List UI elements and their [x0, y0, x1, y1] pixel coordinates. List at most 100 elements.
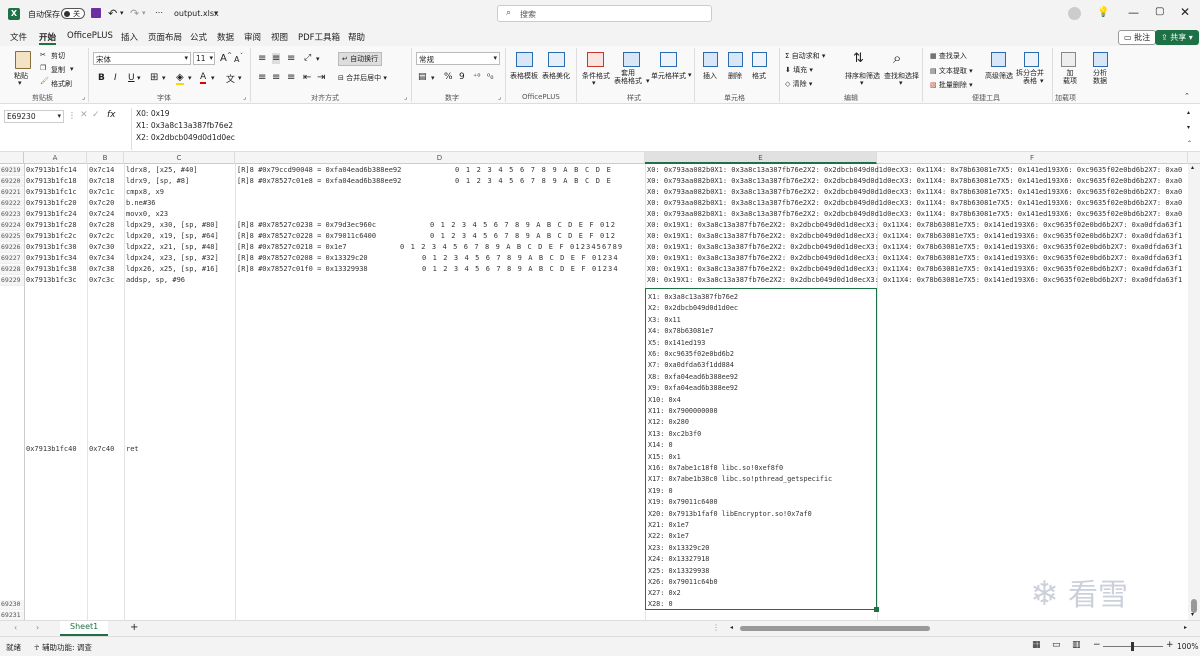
font-color-dropdown-icon[interactable]: ▾ [211, 74, 215, 82]
cell-e[interactable]: X0: 0x19X1: 0x3a8c13a387fb76e2X2: 0x2dbc… [647, 221, 1188, 229]
tab-pdf-tools[interactable]: PDF工具箱 [298, 31, 340, 43]
zoom-slider-thumb[interactable] [1131, 642, 1134, 651]
cell-e[interactable]: X0: 0x19X1: 0x3a8c13a387fb76e2X2: 0x2dbc… [647, 243, 1188, 251]
column-header-b[interactable]: B [87, 152, 124, 164]
cell-d[interactable]: [R]8 #0x78527c0208 = 0x13329c20 [237, 254, 417, 262]
formula-scroll-up-icon[interactable]: ▴ [1187, 109, 1190, 116]
cell-c[interactable]: ldrx8, [x25, #40] [126, 166, 235, 174]
page-break-view-icon[interactable]: ▥ [1072, 640, 1081, 650]
underline-button[interactable]: U [128, 73, 135, 83]
cell-b[interactable]: 0x7c30 [89, 243, 124, 251]
italic-button[interactable]: I [114, 73, 117, 83]
cell-c[interactable]: ldpx26, x25, [sp, #16] [126, 265, 235, 273]
minimize-icon[interactable]: — [1128, 6, 1139, 19]
insert-cells-icon[interactable] [703, 52, 718, 67]
sheet-tab-sheet1[interactable]: Sheet1 [60, 621, 109, 636]
cell-d[interactable]: [R]8 #0x79ccd90048 = 0xfa04ead6b388ee92 [237, 166, 442, 174]
redo-dropdown-icon[interactable]: ▾ [142, 9, 146, 17]
cell-d[interactable]: [R]8 #0x78527c0238 = 0x79d3ec960c [237, 221, 427, 229]
cell-a[interactable]: 0x7913b1fc40 [26, 445, 87, 453]
cell-e[interactable]: X0: 0x793aa082b0X1: 0x3a8c13a387fb76e2X2… [647, 210, 1188, 218]
cell-b[interactable]: 0x7c34 [89, 254, 124, 262]
cell-b[interactable]: 0x7c40 [89, 445, 124, 453]
zoom-out-icon[interactable]: − [1093, 640, 1101, 650]
cut-icon[interactable]: ✂ [40, 51, 46, 59]
cut-button[interactable]: 剪切 [51, 51, 65, 61]
horizontal-scrollbar[interactable] [740, 626, 930, 631]
paste-dropdown-icon[interactable]: ▾ [18, 79, 22, 87]
tab-data[interactable]: 数据 [217, 31, 234, 43]
cell-b[interactable]: 0x7c28 [89, 221, 124, 229]
cell-e[interactable]: X0: 0x793aa082b0X1: 0x3a8c13a387fb76e2X2… [647, 177, 1188, 185]
cell-c[interactable]: addsp, sp, #96 [126, 276, 235, 284]
format-cells-button[interactable]: 格式 [752, 71, 766, 81]
sheet-options-icon[interactable]: ⋮ [712, 623, 720, 632]
row-number[interactable]: 69228 [0, 265, 24, 275]
orientation-icon[interactable]: ⤢ [304, 53, 311, 63]
cell-a[interactable]: 0x7913b1fc1c [26, 188, 87, 196]
zoom-level[interactable]: 100% [1177, 642, 1198, 651]
conditional-format-button[interactable]: 条件格式 [582, 71, 610, 81]
underline-dropdown-icon[interactable]: ▾ [137, 74, 141, 82]
comments-button[interactable]: ▭ 批注 [1118, 30, 1157, 45]
orientation-dropdown-icon[interactable]: ▾ [316, 55, 320, 63]
format-painter-icon[interactable]: 🖌 [40, 77, 49, 85]
accounting-format-icon[interactable]: ▤ [418, 72, 427, 82]
fill-color-icon[interactable]: ◈ [176, 72, 184, 85]
addins-icon[interactable] [1061, 52, 1076, 67]
select-all-corner[interactable] [0, 152, 24, 164]
cell-e[interactable]: X0: 0x19X1: 0x3a8c13a387fb76e2X2: 0x2dbc… [647, 232, 1188, 240]
add-sheet-icon[interactable]: + [130, 622, 138, 633]
cell-e[interactable]: X0: 0x19X1: 0x3a8c13a387fb76e2X2: 0x2dbc… [647, 254, 1188, 262]
cell-b[interactable]: 0x7c14 [89, 166, 124, 174]
split-merge-icon[interactable] [1024, 52, 1039, 67]
decrease-indent-icon[interactable]: ⇤ [303, 72, 311, 83]
prev-sheet-icon[interactable]: ‹ [14, 623, 17, 632]
customize-toolbar-icon[interactable]: ⋯ [155, 8, 163, 17]
user-avatar-icon[interactable] [1068, 7, 1081, 20]
formula-options-icon[interactable]: ⋮ [68, 111, 76, 120]
row-number[interactable]: 69229 [0, 276, 24, 286]
zoom-slider[interactable] [1103, 642, 1163, 651]
format-cells-icon[interactable] [752, 52, 767, 67]
insert-cells-button[interactable]: 插入 [703, 71, 717, 81]
table-template-icon[interactable] [516, 52, 533, 67]
row-number[interactable]: 69227 [0, 254, 24, 264]
undo-icon[interactable]: ↶ [108, 7, 117, 20]
cell-b[interactable]: 0x7c2c [89, 232, 124, 240]
row-number[interactable]: 69225 [0, 232, 24, 242]
delete-cells-icon[interactable] [728, 52, 743, 67]
cell-c[interactable]: ldpx22, x21, [sp, #48] [126, 243, 235, 251]
name-box[interactable]: E69230 ▾ [4, 110, 64, 123]
font-launcher-icon[interactable]: ⌟ [243, 93, 246, 101]
clear-button[interactable]: ◇ 清除 ▾ [785, 79, 812, 89]
page-layout-view-icon[interactable]: ▭ [1052, 640, 1061, 650]
text-extract-button[interactable]: ▤ 文本提取 ▾ [930, 66, 973, 76]
merge-center-button[interactable]: ⊟ 合并后居中 ▾ [338, 73, 387, 83]
row-number[interactable]: 69220 [0, 177, 24, 187]
cell-style-button[interactable]: 单元格样式 [651, 71, 686, 81]
shrink-font-button[interactable]: A [234, 55, 239, 64]
copy-icon[interactable]: ❐ [40, 64, 46, 72]
increase-indent-icon[interactable]: ⇥ [317, 72, 325, 83]
wrap-text-button[interactable]: ↵ 自动换行 [338, 52, 383, 66]
fill-color-dropdown-icon[interactable]: ▾ [188, 74, 192, 82]
bold-button[interactable]: B [98, 73, 105, 83]
save-icon[interactable] [91, 8, 101, 18]
cell-d[interactable]: [R]8 #0x78527c0218 = 0x1e7 [237, 243, 397, 251]
cell-b[interactable]: 0x7c3c [89, 276, 124, 284]
tab-officeplus[interactable]: OfficePLUS [67, 31, 113, 41]
filename-chevron-down-icon[interactable]: ▾ [214, 9, 218, 17]
cell-b[interactable]: 0x7c20 [89, 199, 124, 207]
next-sheet-icon[interactable]: › [36, 623, 39, 632]
cell-style-icon[interactable] [660, 52, 677, 67]
column-header-f[interactable]: F [877, 152, 1188, 164]
tab-insert[interactable]: 插入 [121, 31, 138, 43]
confirm-edit-icon[interactable]: ✓ [92, 110, 100, 120]
align-left-icon[interactable]: ≡ [258, 72, 266, 83]
cell-d[interactable]: [R]8 #0x78527c0228 = 0x79011c6400 [237, 232, 427, 240]
font-size-select[interactable]: 11 ▾ [193, 52, 215, 65]
cell-b[interactable]: 0x7c24 [89, 210, 124, 218]
accessibility-button[interactable]: ☥ 辅助功能: 调查 [34, 642, 92, 653]
column-header-c[interactable]: C [124, 152, 235, 164]
